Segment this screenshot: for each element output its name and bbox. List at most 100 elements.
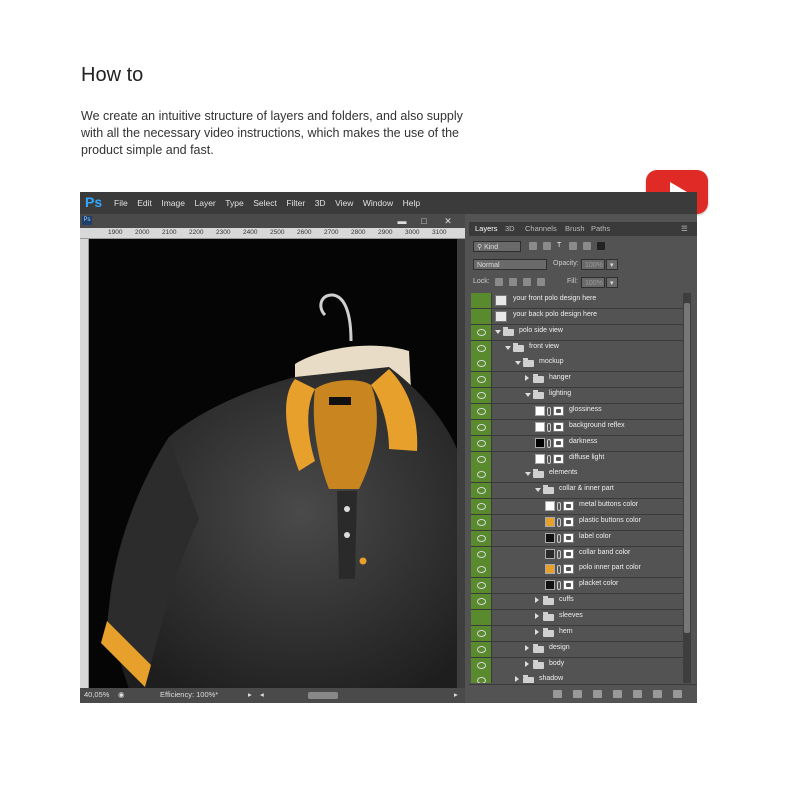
chain-link-icon[interactable] [547, 406, 551, 416]
chain-link-icon[interactable] [547, 454, 551, 464]
new-adjustment-icon[interactable] [613, 690, 622, 698]
color-fill-swatch[interactable] [535, 453, 545, 464]
layer-mask-thumbnail[interactable] [563, 516, 574, 527]
fill-field[interactable]: 100% [581, 277, 605, 288]
layer-row[interactable]: collar band color [471, 546, 683, 563]
color-fill-swatch[interactable] [545, 501, 555, 512]
efficiency-readout[interactable]: Efficiency: 100%* [160, 690, 218, 699]
visibility-eye-icon[interactable] [471, 641, 491, 657]
caret-right-icon[interactable] [525, 660, 529, 667]
layer-row[interactable]: front view [471, 340, 683, 357]
layer-row[interactable]: sleeves [471, 610, 683, 626]
visibility-eye-icon[interactable] [471, 467, 491, 483]
caret-right-icon[interactable] [525, 375, 529, 382]
layer-row[interactable]: hanger [471, 372, 683, 389]
caret-right-icon[interactable] [535, 613, 539, 619]
horizontal-scroll-thumb[interactable] [308, 692, 338, 699]
visibility-eye-icon[interactable] [471, 673, 491, 683]
chain-link-icon[interactable] [557, 533, 561, 543]
layer-row[interactable]: background reflex [471, 419, 683, 436]
chain-link-icon[interactable] [557, 565, 561, 575]
visibility-eye-icon[interactable] [471, 530, 491, 546]
add-mask-icon[interactable] [593, 690, 602, 698]
tab-paths[interactable]: Paths [591, 224, 610, 233]
tab-layers[interactable]: Layers [475, 224, 498, 233]
layer-row[interactable]: darkness [471, 435, 683, 452]
layer-row[interactable]: design [471, 641, 683, 658]
caret-down-icon[interactable] [525, 393, 531, 398]
opacity-dropdown[interactable]: ▾ [606, 259, 618, 270]
visibility-eye-icon[interactable] [471, 546, 491, 562]
color-fill-swatch[interactable] [535, 421, 545, 432]
layer-mask-thumbnail[interactable] [563, 548, 574, 559]
caret-right-icon[interactable] [535, 628, 539, 635]
layer-row[interactable]: plastic buttons color [471, 514, 683, 531]
status-icon[interactable]: ◉ [118, 690, 125, 699]
visibility-eye-icon[interactable] [471, 372, 491, 388]
layer-row[interactable]: polo side view [471, 324, 683, 341]
layer-mask-thumbnail[interactable] [563, 501, 574, 512]
visibility-eye-icon[interactable] [471, 562, 491, 578]
menu-image[interactable]: Image [161, 198, 185, 208]
status-arrow-icon[interactable]: ▸ [248, 690, 252, 699]
filter-pixel-icon[interactable] [529, 242, 537, 250]
layer-mask-thumbnail[interactable] [553, 453, 564, 464]
canvas-vertical-scrollbar[interactable] [457, 239, 465, 689]
visibility-eye-icon[interactable] [471, 499, 491, 515]
visibility-eye-icon[interactable] [471, 356, 491, 372]
caret-right-icon[interactable] [535, 597, 539, 604]
color-fill-swatch[interactable] [535, 405, 545, 416]
layer-row[interactable]: hem [471, 625, 683, 642]
link-layers-icon[interactable] [553, 690, 562, 698]
chain-link-icon[interactable] [557, 581, 561, 591]
filter-toggle-icon[interactable] [597, 242, 605, 250]
color-fill-swatch[interactable] [545, 564, 555, 575]
lock-brush-icon[interactable] [509, 278, 517, 286]
lock-move-icon[interactable] [523, 278, 531, 286]
zoom-level[interactable]: 40,05% [84, 690, 109, 699]
layer-row[interactable]: metal buttons color [471, 499, 683, 516]
layer-row[interactable]: collar & inner part [471, 483, 683, 500]
layer-row[interactable]: diffuse light [471, 451, 683, 468]
maximize-icon[interactable]: □ [413, 215, 435, 227]
smart-object-icon[interactable] [495, 295, 507, 306]
layer-mask-thumbnail[interactable] [563, 580, 574, 591]
filter-shape-icon[interactable] [569, 242, 577, 250]
chain-link-icon[interactable] [547, 422, 551, 432]
visibility-eye-icon[interactable] [471, 514, 491, 530]
layer-row[interactable]: shadow [471, 673, 683, 683]
layers-scroll-thumb[interactable] [684, 303, 690, 633]
menu-filter[interactable]: Filter [286, 198, 305, 208]
color-fill-swatch[interactable] [545, 516, 555, 527]
layer-row[interactable]: elements [471, 467, 683, 484]
menu-window[interactable]: Window [363, 198, 393, 208]
visibility-eye-icon[interactable] [471, 403, 491, 419]
visibility-eye-icon[interactable] [471, 578, 491, 594]
filter-kind-select[interactable]: ⚲ Kind [473, 241, 521, 252]
menu-edit[interactable]: Edit [137, 198, 152, 208]
filter-type-icon[interactable]: T [557, 242, 561, 249]
smart-object-icon[interactable] [495, 310, 507, 322]
color-fill-swatch[interactable] [545, 580, 555, 591]
caret-down-icon[interactable] [495, 329, 501, 334]
layer-row[interactable]: label color [471, 530, 683, 547]
visibility-eye-icon[interactable] [471, 625, 491, 641]
layer-row[interactable]: lighting [471, 388, 683, 405]
close-icon[interactable]: ✕ [437, 215, 459, 227]
visibility-eye-icon[interactable] [471, 610, 491, 625]
layer-row[interactable]: polo inner part color [471, 562, 683, 579]
visibility-eye-icon[interactable] [471, 594, 491, 610]
layer-row[interactable]: your back polo design here [471, 308, 683, 325]
filter-adjustment-icon[interactable] [543, 242, 551, 250]
layer-mask-thumbnail[interactable] [553, 437, 564, 448]
layer-mask-thumbnail[interactable] [563, 532, 574, 543]
caret-down-icon[interactable] [505, 345, 511, 350]
layer-mask-thumbnail[interactable] [553, 405, 564, 416]
visibility-eye-icon[interactable] [471, 308, 491, 324]
caret-down-icon[interactable] [535, 488, 541, 493]
chain-link-icon[interactable] [557, 549, 561, 559]
minimize-icon[interactable]: ▬ [391, 215, 413, 227]
layer-row[interactable]: body [471, 657, 683, 674]
visibility-eye-icon[interactable] [471, 657, 491, 673]
visibility-eye-icon[interactable] [471, 324, 491, 340]
